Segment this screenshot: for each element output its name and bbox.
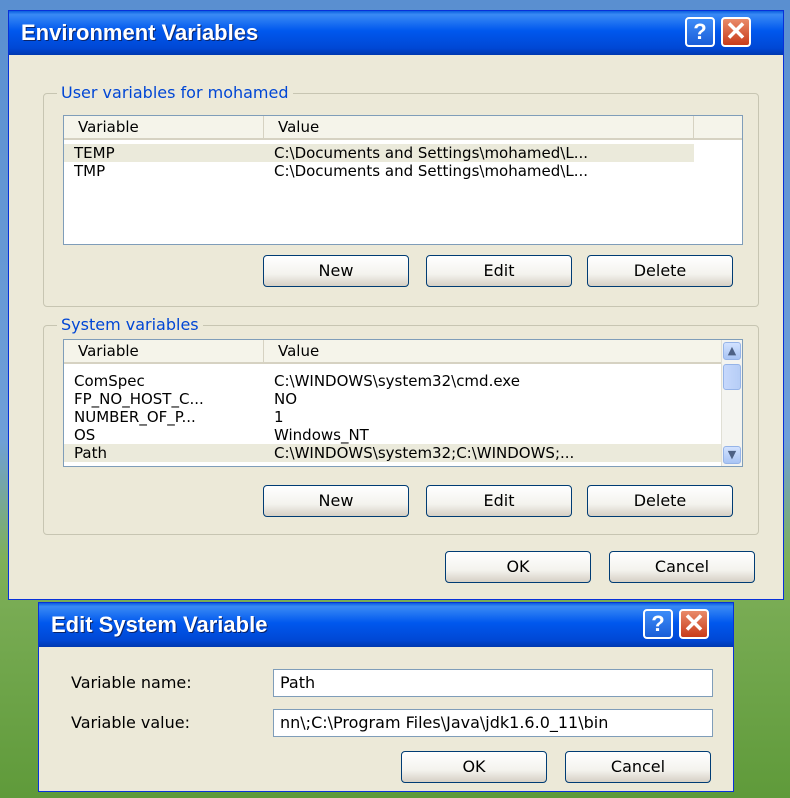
- table-row[interactable]: ComSpec C:\WINDOWS\system32\cmd.exe: [64, 372, 722, 390]
- help-icon: ?: [693, 19, 707, 44]
- variable-value-field[interactable]: nn\;C:\Program Files\Java\jdk1.6.0_11\bi…: [273, 709, 713, 737]
- variable-cell: OS: [74, 426, 96, 444]
- table-row[interactable]: OS Windows_NT: [64, 426, 722, 444]
- environment-variables-window: Environment Variables ? ✕ User variables…: [8, 10, 784, 600]
- help-icon: ?: [651, 611, 665, 636]
- column-header-value[interactable]: Value: [264, 340, 704, 362]
- close-icon: ✕: [683, 608, 705, 638]
- table-row[interactable]: Path C:\WINDOWS\system32;C:\WINDOWS;...: [64, 444, 722, 462]
- edit-system-variable-window: Edit System Variable ? ✕ Variable name: …: [38, 602, 734, 792]
- variable-cell: NUMBER_OF_P...: [74, 408, 196, 426]
- variable-cell: FP_NO_HOST_C...: [74, 390, 204, 408]
- list-header: Variable Value: [64, 116, 742, 140]
- user-edit-button[interactable]: Edit: [426, 255, 572, 287]
- close-button[interactable]: ✕: [679, 609, 709, 639]
- variable-cell: TMP: [74, 162, 106, 180]
- ok-button[interactable]: OK: [445, 551, 591, 583]
- scroll-thumb[interactable]: [723, 364, 741, 390]
- user-delete-button[interactable]: Delete: [587, 255, 733, 287]
- system-new-button[interactable]: New: [263, 485, 409, 517]
- vertical-scrollbar[interactable]: ▲ ▼: [721, 340, 742, 466]
- variable-name-field[interactable]: Path: [273, 669, 713, 697]
- variable-cell: TEMP: [74, 144, 115, 162]
- system-variables-list[interactable]: Variable Value ComSpec C:\WINDOWS\system…: [63, 339, 743, 467]
- table-row[interactable]: TMP C:\Documents and Settings\mohamed\L.…: [64, 162, 742, 180]
- column-header-variable[interactable]: Variable: [64, 340, 264, 362]
- cancel-button[interactable]: Cancel: [565, 751, 711, 783]
- ok-button[interactable]: OK: [401, 751, 547, 783]
- variable-cell: Path: [74, 444, 107, 462]
- help-button[interactable]: ?: [643, 609, 673, 639]
- table-row[interactable]: NUMBER_OF_P... 1: [64, 408, 722, 426]
- cancel-button[interactable]: Cancel: [609, 551, 755, 583]
- close-button[interactable]: ✕: [721, 17, 751, 47]
- value-cell: 1: [274, 408, 284, 426]
- user-variables-label: User variables for mohamed: [57, 83, 293, 102]
- system-variables-label: System variables: [57, 315, 203, 334]
- value-cell: C:\Documents and Settings\mohamed\L...: [274, 144, 589, 162]
- title-bar[interactable]: Environment Variables: [9, 11, 783, 55]
- title-bar[interactable]: Edit System Variable: [39, 603, 733, 647]
- system-edit-button[interactable]: Edit: [426, 485, 572, 517]
- user-variables-list[interactable]: Variable Value TEMP C:\Documents and Set…: [63, 115, 743, 245]
- system-delete-button[interactable]: Delete: [587, 485, 733, 517]
- column-header-variable[interactable]: Variable: [64, 116, 264, 138]
- window-title: Environment Variables: [21, 20, 259, 45]
- scroll-down-icon[interactable]: ▼: [723, 446, 741, 464]
- user-new-button[interactable]: New: [263, 255, 409, 287]
- scroll-up-icon[interactable]: ▲: [723, 342, 741, 360]
- value-cell: C:\WINDOWS\system32;C:\WINDOWS;...: [274, 444, 575, 462]
- variable-name-label: Variable name:: [71, 673, 192, 692]
- value-cell: C:\Documents and Settings\mohamed\L...: [274, 162, 589, 180]
- variable-value-label: Variable value:: [71, 713, 190, 732]
- value-cell: Windows_NT: [274, 426, 369, 444]
- value-cell: C:\WINDOWS\system32\cmd.exe: [274, 372, 520, 390]
- help-button[interactable]: ?: [685, 17, 715, 47]
- column-header-value[interactable]: Value: [264, 116, 694, 138]
- table-row[interactable]: TEMP C:\Documents and Settings\mohamed\L…: [64, 144, 694, 162]
- close-icon: ✕: [725, 16, 747, 46]
- window-title: Edit System Variable: [51, 612, 268, 637]
- value-cell: NO: [274, 390, 298, 408]
- variable-cell: ComSpec: [74, 372, 145, 390]
- list-header: Variable Value: [64, 340, 722, 364]
- table-row[interactable]: FP_NO_HOST_C... NO: [64, 390, 722, 408]
